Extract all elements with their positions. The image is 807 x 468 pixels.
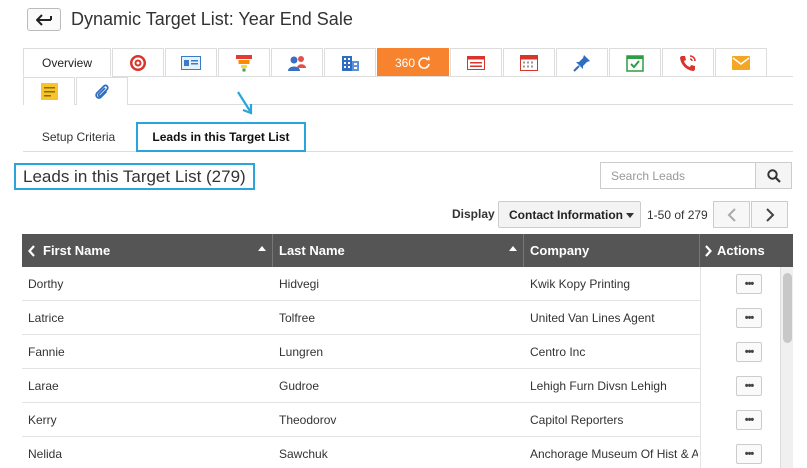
tab-pin[interactable] [556,48,608,77]
360-view-icon: 360 [395,56,431,70]
cell-first-name: Latrice [28,311,65,325]
table-row[interactable]: Dorthy Hidvegi Kwik Kopy Printing [22,267,793,301]
column-company-label: Company [530,243,590,258]
table-body: Dorthy Hidvegi Kwik Kopy Printing Latric… [22,267,793,468]
cell-company: Kwik Kopy Printing [530,277,631,291]
tab-list[interactable] [450,48,502,77]
row-actions-button[interactable]: ••• [736,308,762,328]
table-row[interactable]: Fannie Lungren Centro Inc [22,335,793,369]
back-arrow-icon [36,13,52,26]
sub-tabs: Setup Criteria Leads in this Target List [23,122,793,152]
cell-last-name: Sawchuk [279,447,328,461]
row-actions-button[interactable]: ••• [736,376,762,396]
search-input[interactable]: Search Leads [600,162,755,189]
cell-first-name: Dorthy [28,277,64,291]
chevron-left-icon[interactable] [28,244,36,257]
chevron-right-icon[interactable] [704,244,712,257]
display-select-value: Contact Information [509,207,623,222]
page-title: Dynamic Target List: Year End Sale [71,9,353,29]
column-first-name-label: First Name [43,243,111,258]
cell-last-name: Gudroe [279,379,320,393]
table-header: First Name Last Name Company Actions [22,234,793,267]
row-actions-button[interactable]: ••• [736,274,762,294]
mail-icon [732,55,750,70]
chevron-down-icon [626,213,634,218]
pin-icon [573,54,590,72]
cell-first-name: Kerry [28,413,57,427]
cell-company: United Van Lines Agent [530,311,655,325]
search-button[interactable] [755,162,792,189]
cell-company: Lehigh Furn Divsn Lehigh [530,379,667,393]
building-icon [342,55,359,71]
sort-asc-icon[interactable] [509,246,517,251]
column-last-name[interactable]: Last Name [273,234,524,267]
vertical-scrollbar[interactable] [780,267,793,468]
tab-notes[interactable] [23,77,75,105]
note-icon [40,83,58,100]
display-label: Display [452,207,495,221]
pager-text: 1-50 of 279 [647,208,708,222]
cell-first-name: Larae [28,379,59,393]
scrollbar-thumb[interactable] [783,273,792,343]
tab-overview[interactable]: Overview [23,48,111,77]
tab-360-label: 360 [394,55,416,70]
table-row[interactable]: Larae Gudroe Lehigh Furn Divsn Lehigh [22,369,793,403]
tab-360-view[interactable]: 360 [377,48,449,77]
cell-last-name: Hidvegi [279,277,320,291]
tab-accounts[interactable] [324,48,376,77]
tab-leads-in-target-list[interactable]: Leads in this Target List [136,122,306,152]
column-last-name-label: Last Name [279,243,345,258]
column-actions-label: Actions [717,243,765,258]
tab-goals[interactable] [112,48,164,77]
row-actions-button[interactable]: ••• [736,410,762,430]
tab-users[interactable] [271,48,323,77]
users-icon [288,55,306,71]
column-company[interactable]: Company [524,234,700,267]
table-row[interactable]: Latrice Tolfree United Van Lines Agent [22,301,793,335]
section-title: Leads in this Target List (279) [14,163,255,190]
cell-last-name: Lungren [279,345,324,359]
tab-contacts[interactable] [165,48,217,77]
leads-table: First Name Last Name Company Actions Dor… [22,234,793,468]
table-row[interactable]: Kerry Theodorov Capitol Reporters [22,403,793,437]
table-row[interactable]: Nelida Sawchuk Anchorage Museum Of Hist … [22,437,793,468]
target-icon [130,54,146,71]
tab-funnel[interactable] [218,48,270,77]
actions-column: ••• ••• ••• ••• ••• ••• [700,267,780,468]
search-icon [766,168,781,183]
list-icon [467,55,485,70]
calendar-icon [520,55,538,71]
cell-company: Capitol Reporters [530,413,624,427]
back-button[interactable] [27,8,61,31]
cell-last-name: Tolfree [279,311,316,325]
funnel-icon [236,54,252,71]
column-actions: Actions [700,234,793,267]
attachment-icon [95,84,109,99]
task-check-icon [626,54,644,72]
tab-attachments[interactable] [76,77,128,105]
phone-call-icon [680,54,696,71]
chevron-left-icon [727,207,736,222]
tab-mail[interactable] [715,48,767,77]
tab-tasks[interactable] [609,48,661,77]
cell-company: Anchorage Museum Of Hist & A [530,447,698,461]
cell-first-name: Fannie [28,345,65,359]
module-tabs: Overview 360 [23,48,793,105]
tab-setup-criteria[interactable]: Setup Criteria [23,122,134,152]
next-page-button[interactable] [751,201,788,228]
cell-company: Centro Inc [530,345,586,359]
row-actions-button[interactable]: ••• [736,444,762,464]
prev-page-button[interactable] [713,201,750,228]
column-first-name[interactable]: First Name [22,234,273,267]
display-select[interactable]: Contact Information [498,201,641,228]
chevron-right-icon [765,207,774,222]
contact-card-icon [181,55,201,70]
row-actions-button[interactable]: ••• [736,342,762,362]
tab-calendar[interactable] [503,48,555,77]
cell-last-name: Theodorov [279,413,337,427]
cell-first-name: Nelida [28,447,63,461]
sort-asc-icon[interactable] [258,246,266,251]
annotation-arrow-icon [237,91,253,115]
tab-calls[interactable] [662,48,714,77]
